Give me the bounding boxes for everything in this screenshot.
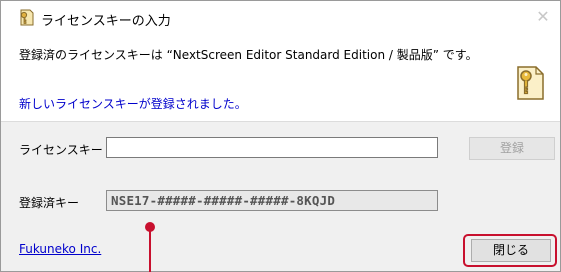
license-key-label: ライセンスキー bbox=[19, 143, 103, 157]
key-icon bbox=[20, 9, 34, 26]
annotation-pointer-dot bbox=[145, 222, 155, 232]
key-icon bbox=[517, 66, 544, 100]
title-bar: ライセンスキーの入力 ✕ bbox=[1, 1, 560, 34]
registration-success-message: 新しいライセンスキーが登録されました。 bbox=[19, 97, 247, 111]
registered-license-info: 登録済のライセンスキーは “NextScreen Editor Standard… bbox=[19, 48, 478, 62]
license-dialog: ライセンスキーの入力 ✕ 登録済のライセンスキーは “NextScreen Ed… bbox=[0, 0, 561, 272]
annotation-pointer-line bbox=[149, 226, 151, 272]
close-window-button[interactable]: ✕ bbox=[530, 5, 556, 29]
info-panel: 登録済のライセンスキーは “NextScreen Editor Standard… bbox=[1, 34, 560, 122]
register-button[interactable]: 登録 bbox=[469, 137, 555, 160]
license-key-input[interactable] bbox=[106, 137, 438, 158]
window-title: ライセンスキーの入力 bbox=[41, 14, 171, 29]
close-button[interactable]: 閉じる bbox=[471, 239, 551, 262]
company-link[interactable]: Fukuneko Inc. bbox=[19, 242, 101, 256]
registered-key-field: NSE17-#####-#####-#####-8KQJD bbox=[106, 190, 438, 211]
registered-key-label: 登録済キー bbox=[19, 196, 80, 210]
